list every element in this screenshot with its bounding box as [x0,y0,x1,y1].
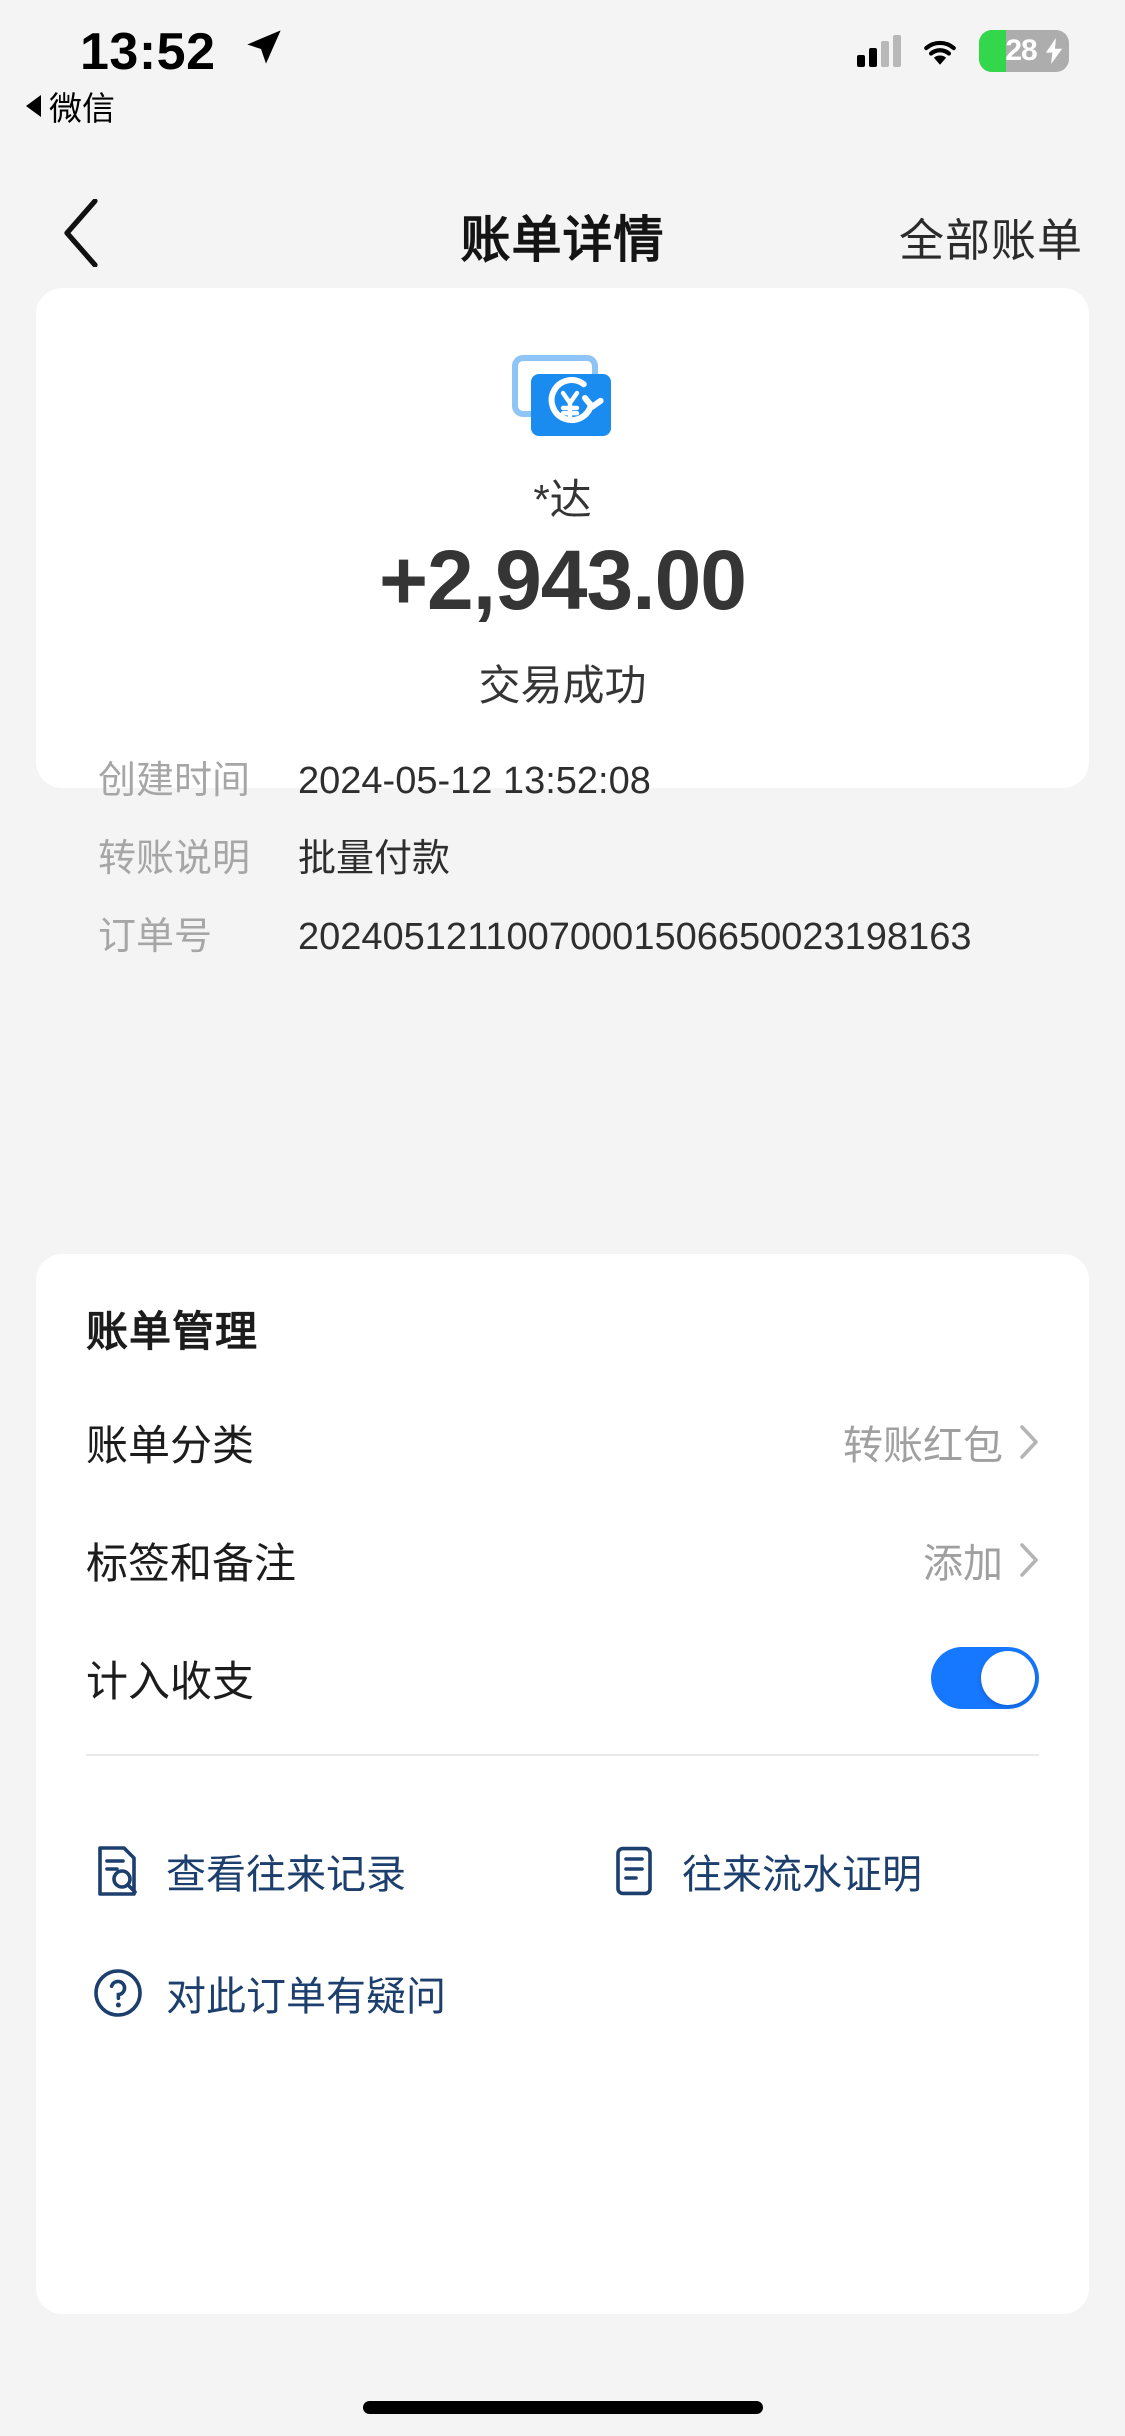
view-transaction-records-link[interactable]: 查看往来记录 [92,1842,406,1900]
question-circle-icon [94,1969,142,2017]
status-bar-time: 13:52 [80,23,216,81]
row-bill-category[interactable]: 账单分类 转账红包 [86,1390,1039,1494]
payee-name: *达 [533,476,592,523]
home-indicator[interactable] [362,2401,763,2414]
transfer-card-yuan-icon [511,355,611,436]
row-label: 标签和备注 [86,1539,297,1587]
row-label: 计入收支 [86,1657,255,1705]
transaction-proof-link[interactable]: 往来流水证明 [608,1842,922,1900]
link-label: 对此订单有疑问 [166,1975,446,2019]
field-value: 批量付款 [298,838,451,880]
return-app-label: 微信 [49,90,115,127]
field-value: 2024-05-12 13:52:08 [298,760,651,802]
section-divider [86,1754,1039,1756]
detail-row-order-number: 订单号 20240512110070001506650023198163 [98,914,1028,960]
navigation-bar: 账单详情 全部账单 [0,170,1125,290]
document-lines-icon [616,1846,652,1896]
status-bar-indicators: 28 [857,30,1069,72]
back-triangle-icon [26,95,41,117]
detail-row-create-time: 创建时间 2024-05-12 13:52:08 [98,758,1028,804]
all-bills-button[interactable]: 全部账单 [899,204,1083,269]
row-value: 添加 [923,1542,1003,1586]
row-include-in-budget: 计入收支 [86,1626,1039,1730]
cellular-signal-icon [857,35,901,67]
charging-bolt-icon [1045,38,1063,64]
row-tags-and-notes[interactable]: 标签和备注 添加 [86,1508,1039,1612]
link-label: 查看往来记录 [166,1853,406,1897]
document-search-icon [98,1846,137,1896]
detail-row-transfer-note: 转账说明 批量付款 [98,836,1028,882]
link-label: 往来流水证明 [682,1853,922,1897]
section-title: 账单管理 [86,1308,259,1355]
return-to-app-chip[interactable]: 微信 [26,82,115,130]
transaction-detail-card: *达 +2,943.00 交易成功 创建时间 2024-05-12 13:52:… [36,288,1089,958]
bill-management-card: 账单管理 账单分类 转账红包 标签和备注 添加 计入收支 查看往来记录 往来流水… [36,1254,1089,2314]
chevron-right-icon [1020,1543,1038,1577]
transaction-amount: +2,943.00 [378,533,747,627]
field-label: 转账说明 [98,838,251,880]
field-value: 20240512110070001506650023198163 [298,916,972,958]
row-value: 转账红包 [843,1424,1003,1468]
status-bar: 13:52 28 [0,0,1125,100]
wifi-icon [924,40,956,65]
order-question-link[interactable]: 对此订单有疑问 [92,1964,446,2022]
battery-indicator: 28 [979,30,1069,72]
toggle-knob [981,1651,1035,1705]
field-label: 创建时间 [98,760,251,802]
field-label: 订单号 [98,916,213,958]
transaction-status: 交易成功 [478,662,647,709]
row-label: 账单分类 [86,1421,255,1469]
location-arrow-icon [247,30,281,64]
include-in-budget-toggle[interactable] [931,1647,1039,1709]
chevron-right-icon [1020,1425,1038,1459]
